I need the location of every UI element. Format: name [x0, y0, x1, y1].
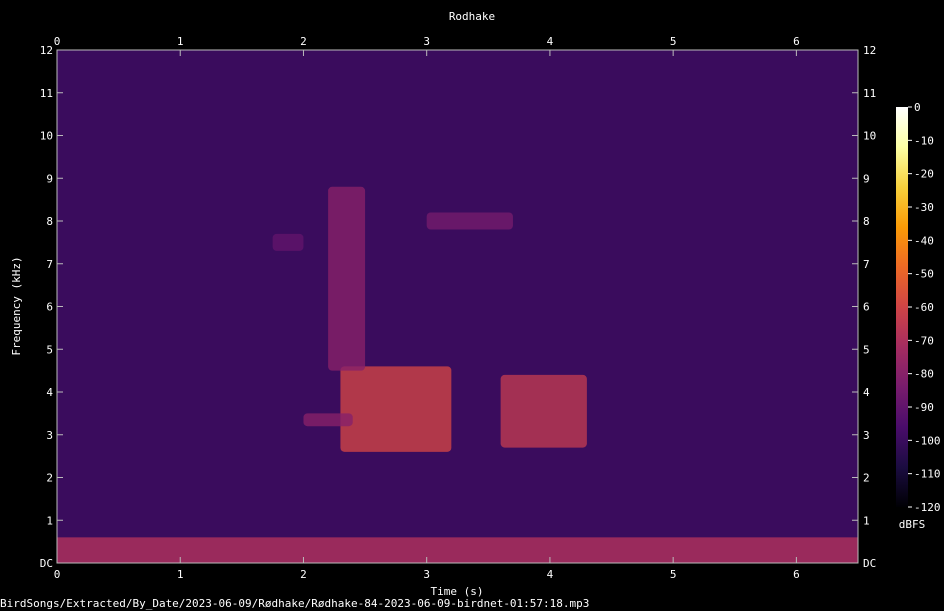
colorbar-tick-label: -110	[914, 468, 941, 481]
sound-event-2	[328, 186, 366, 371]
y-tick-label-right: 12	[863, 44, 876, 57]
y-tick-label-left: 10	[40, 130, 53, 143]
y-tick-label-left: 11	[40, 87, 53, 100]
y-tick-label-right: 6	[863, 301, 870, 314]
sound-event-5	[426, 212, 513, 230]
y-tick-label-right: 2	[863, 472, 870, 485]
y-tick-label-left: 5	[46, 343, 53, 356]
y-tick-label-right: 10	[863, 130, 876, 143]
low-frequency-band	[57, 537, 858, 563]
y-axis-label: Frequency (kHz)	[10, 256, 23, 355]
x-tick-label-bottom: 3	[423, 568, 430, 581]
y-tick-label-right: 1	[863, 514, 870, 527]
x-tick-label-bottom: 5	[670, 568, 677, 581]
colorbar-tick-label: -120	[914, 501, 941, 514]
x-tick-label-top: 4	[547, 35, 554, 48]
colorbar-tick-label: -30	[914, 201, 934, 214]
y-tick-label-left: 12	[40, 44, 53, 57]
y-tick-label-left: 8	[46, 215, 53, 228]
spectrogram-figure: 0123456 0123456 DC123456789101112 DC1234…	[0, 10, 941, 610]
spectrogram-background	[57, 50, 858, 563]
x-tick-label-top: 5	[670, 35, 677, 48]
colorbar: 0 -10 -20 -30 -40 -50 -60 -70 -80 -90 -100 -110 -120…	[896, 101, 941, 531]
colorbar-tick-label: 0	[914, 101, 921, 114]
colorbar-tick-label: -40	[914, 234, 934, 247]
y-tick-label-left: 3	[46, 429, 53, 442]
x-tick-label-bottom: 1	[177, 568, 184, 581]
x-tick-label-bottom: 0	[54, 568, 61, 581]
chart-title: Rodhake	[449, 10, 495, 23]
y-tick-label-left: DC	[40, 557, 53, 570]
y-tick-label-left: 6	[46, 301, 53, 314]
y-tick-label-left: 2	[46, 472, 53, 485]
colorbar-tick-label: -20	[914, 168, 934, 181]
colorbar-tick-label: -50	[914, 268, 934, 281]
x-tick-label-bottom: 6	[793, 568, 800, 581]
colorbar-tick-label: -10	[914, 134, 934, 147]
x-tick-label-top: 2	[300, 35, 307, 48]
x-tick-label-top: 1	[177, 35, 184, 48]
sound-event-1	[340, 366, 452, 452]
file-path: BirdSongs/Extracted/By_Date/2023-06-09/R…	[0, 597, 589, 610]
x-tick-label-top: 3	[423, 35, 430, 48]
y-tick-label-left: 4	[46, 386, 53, 399]
x-tick-label-top: 6	[793, 35, 800, 48]
colorbar-tick-label: -90	[914, 401, 934, 414]
colorbar-tick-label: -60	[914, 301, 934, 314]
colorbar-label: dBFS	[899, 518, 926, 531]
spectrogram-plot	[56, 49, 859, 564]
y-tick-label-left: 9	[46, 172, 53, 185]
x-tick-label-bottom: 4	[547, 568, 554, 581]
y-tick-label-right: 4	[863, 386, 870, 399]
y-tick-label-left: 1	[46, 514, 53, 527]
y-tick-label-right: 7	[863, 258, 870, 271]
y-tick-label-right: 3	[863, 429, 870, 442]
y-tick-label-left: 7	[46, 258, 53, 271]
y-tick-label-right: 5	[863, 343, 870, 356]
colorbar-tick-label: -70	[914, 334, 934, 347]
x-tick-label-top: 0	[54, 35, 61, 48]
y-tick-label-right: 8	[863, 215, 870, 228]
sound-event-3	[500, 374, 587, 448]
sound-event-6	[272, 233, 304, 251]
y-tick-label-right: 9	[863, 172, 870, 185]
sound-event-4	[303, 413, 353, 427]
colorbar-tick-label: -80	[914, 368, 934, 381]
colorbar-ticks: 0 -10 -20 -30 -40 -50 -60 -70 -80 -90 -100 -110 -120	[908, 101, 941, 514]
colorbar-tick-label: -100	[914, 434, 941, 447]
y-tick-label-right: DC	[863, 557, 876, 570]
x-tick-label-bottom: 2	[300, 568, 307, 581]
y-tick-label-right: 11	[863, 87, 876, 100]
colorbar-gradient	[896, 107, 908, 507]
